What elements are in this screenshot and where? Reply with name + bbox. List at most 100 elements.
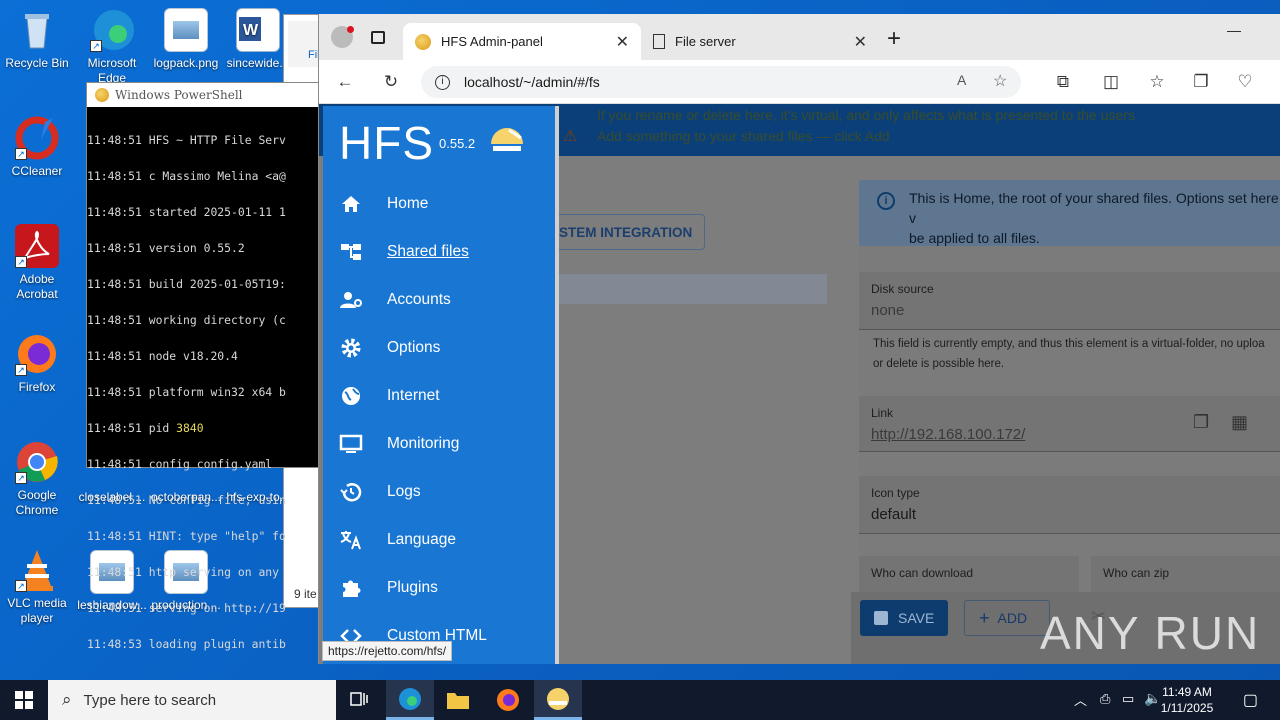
taskbar-file-explorer[interactable] <box>434 680 482 720</box>
adobe-acrobat-icon: ↗ <box>15 224 59 268</box>
taskbar-edge[interactable] <box>386 680 434 720</box>
task-view-button[interactable] <box>336 680 384 720</box>
search-placeholder: Type here to search <box>83 691 217 709</box>
nav-label: Options <box>387 339 441 356</box>
extensions-icon[interactable]: ⧉ <box>1053 72 1073 92</box>
network-device-icon[interactable]: ⎙ <box>1100 691 1110 707</box>
desktop-icon-label: Adobe Acrobat <box>16 272 58 301</box>
nav-label: Language <box>387 531 456 548</box>
console-pid: 3840 <box>176 421 204 435</box>
banner-hint: Add something to your shared files — cli… <box>597 128 890 144</box>
favorites-icon[interactable]: ☆ <box>1147 72 1167 92</box>
collections-icon[interactable]: ❐ <box>1191 72 1211 92</box>
nav-item-language[interactable]: Language <box>323 516 555 564</box>
address-bar[interactable]: i localhost/~/admin/#/fs A ☆ <box>421 66 1021 98</box>
save-icon <box>874 611 888 625</box>
info-icon[interactable]: i <box>435 74 450 90</box>
close-icon[interactable]: ✕ <box>854 32 867 52</box>
browser-essentials-icon[interactable]: ♡ <box>1235 72 1255 92</box>
copy-icon[interactable]: ❐ <box>1193 412 1209 433</box>
console-line: 11:48:51 serving on http://19 <box>87 601 286 615</box>
console-line: 11:48:51 started 2025-01-11 1 <box>87 205 286 219</box>
search-icon: ⌕ <box>62 690 72 709</box>
field-label: Who can zip <box>1103 566 1170 580</box>
nav-item-internet[interactable]: Internet <box>323 372 555 420</box>
note-text: This field is currently empty, and thus … <box>873 338 1265 350</box>
taskbar-search[interactable]: ⌕ Type here to search <box>48 680 336 720</box>
nav-item-accounts[interactable]: Accounts <box>323 276 555 324</box>
who-can-zip-field[interactable]: Who can zip <box>1091 556 1280 596</box>
tab-file-server[interactable]: File server ✕ <box>641 23 879 60</box>
edge-window[interactable]: HFS Admin-panel ✕ File server ✕ + — ← ↻ … <box>318 14 1280 664</box>
file-tree-row[interactable] <box>549 274 827 304</box>
clock-time: 11:49 AM <box>1162 685 1212 699</box>
home-icon <box>342 196 360 212</box>
system-integration-button[interactable]: YSTEM INTEGRATION <box>545 214 705 250</box>
add-button[interactable]: + ADD <box>964 600 1050 636</box>
nav-item-options[interactable]: Options <box>323 324 555 372</box>
desktop-icon-logpack[interactable]: logpack.png <box>150 8 222 71</box>
disk-source-note: This field is currently empty, and thus … <box>873 334 1280 374</box>
nav-item-logs[interactable]: Logs <box>323 468 555 516</box>
clock[interactable]: 11:49 AM 1/11/2025 <box>1152 684 1222 716</box>
start-button[interactable] <box>0 680 48 720</box>
desktop-icon-chrome[interactable]: ↗ Google Chrome <box>1 440 73 518</box>
icon-type-field[interactable]: Icon type default <box>859 476 1280 534</box>
powershell-console[interactable]: 11:48:51 HFS ~ HTTP File Serv 11:48:51 c… <box>87 107 319 674</box>
explorer-tab[interactable]: File <box>288 21 326 67</box>
console-line: 11:48:51 http serving on any <box>87 565 280 579</box>
qr-code-icon[interactable]: ▦ <box>1231 412 1248 433</box>
save-button[interactable]: SAVE <box>860 600 948 636</box>
hfs-app-icon <box>547 687 569 710</box>
tab-bar: HFS Admin-panel ✕ File server ✕ + — <box>319 14 1280 60</box>
disk-source-field[interactable]: Disk source none <box>859 272 1280 330</box>
link-value[interactable]: http://192.168.100.172/ <box>871 426 1025 443</box>
powershell-window[interactable]: Windows PowerShell 11:48:51 HFS ~ HTTP F… <box>86 82 320 650</box>
read-aloud-icon[interactable]: A <box>957 72 966 88</box>
desktop-icon-adobe-acrobat[interactable]: ↗ Adobe Acrobat <box>1 224 73 302</box>
link-field[interactable]: Link http://192.168.100.172/ ❐ ▦ <box>859 396 1280 452</box>
powershell-title: Windows PowerShell <box>115 88 243 102</box>
tab-hfs-admin[interactable]: HFS Admin-panel ✕ <box>403 23 641 60</box>
new-tab-icon[interactable]: + <box>887 25 901 53</box>
navigation-drawer: HFS 0.55.2 Home Shared files Accounts Op… <box>323 106 559 664</box>
drawer-scrollbar[interactable] <box>555 106 559 664</box>
status-url-tooltip: https://rejetto.com/hfs/ <box>322 641 453 661</box>
desktop-icon-ccleaner[interactable]: ↗ CCleaner <box>1 116 73 179</box>
console-line: 11:48:51 platform win32 x64 b <box>87 385 286 399</box>
powershell-titlebar[interactable]: Windows PowerShell <box>87 83 319 107</box>
taskbar-hfs[interactable] <box>534 680 582 720</box>
nav-item-shared-files[interactable]: Shared files <box>323 228 555 276</box>
add-label: ADD <box>997 610 1028 626</box>
page-icon <box>653 34 665 49</box>
split-screen-icon[interactable]: ◫ <box>1101 72 1121 92</box>
close-icon[interactable]: ✕ <box>616 32 629 52</box>
nav-item-plugins[interactable]: Plugins <box>323 564 555 612</box>
nav-item-monitoring[interactable]: Monitoring <box>323 420 555 468</box>
taskbar-firefox[interactable] <box>484 680 532 720</box>
chevron-up-icon[interactable]: ︿ <box>1074 690 1087 709</box>
desktop-icon-edge[interactable]: ↗ Microsoft Edge <box>76 8 148 86</box>
back-icon[interactable]: ← <box>335 72 355 92</box>
console-line: 11:48:51 config config.yaml <box>87 457 273 471</box>
theme-lamp-icon[interactable] <box>487 124 527 158</box>
refresh-icon[interactable]: ↻ <box>381 72 401 92</box>
tab-actions-icon[interactable] <box>371 31 385 44</box>
network-icon[interactable]: ▭ <box>1122 691 1134 707</box>
desktop-icon-recycle-bin[interactable]: Recycle Bin <box>1 8 73 71</box>
notifications-icon[interactable]: ▢ <box>1243 690 1258 710</box>
windows-logo-icon <box>15 691 33 709</box>
desktop-icon-vlc[interactable]: ↗ VLC media player <box>1 548 73 626</box>
console-line: 11:48:51 No config file, usin <box>87 493 286 507</box>
minimize-icon[interactable]: — <box>1227 22 1241 38</box>
nav-item-home[interactable]: Home <box>323 180 555 228</box>
info-text: This is Home, the root of your shared fi… <box>909 190 1279 226</box>
console-line: 11:48:51 build 2025-01-05T19: <box>87 277 286 291</box>
field-value: default <box>871 506 917 523</box>
desktop-icon-firefox[interactable]: ↗ Firefox <box>1 332 73 395</box>
desktop-icon-label: sincewide... <box>226 56 290 70</box>
console-line: 11:48:51 HFS ~ HTTP File Serv <box>87 133 286 147</box>
puzzle-icon <box>343 580 361 597</box>
who-can-download-field[interactable]: Who can download <box>859 556 1079 596</box>
favorite-star-icon[interactable]: ☆ <box>993 71 1007 91</box>
